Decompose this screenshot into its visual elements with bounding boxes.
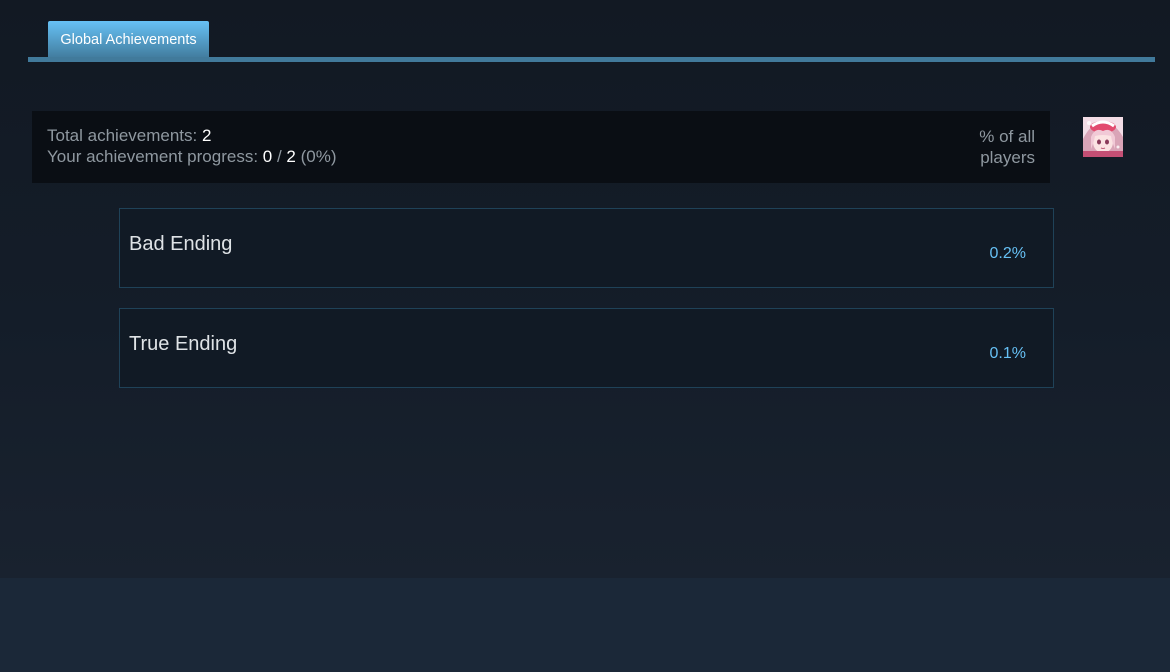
- total-achievements-label: Total achievements:: [47, 126, 202, 145]
- achievement-row: Bad Ending 0.2%: [119, 208, 1054, 288]
- achievement-summary: Total achievements: 2 Your achievement p…: [32, 111, 1050, 183]
- percent-header-line1: % of all: [979, 127, 1035, 146]
- total-achievements-line: Total achievements: 2: [47, 126, 211, 146]
- achievements-page: Global Achievements Total achievements: …: [0, 0, 1170, 578]
- page-footer: [0, 578, 1170, 672]
- achievement-progress-percent: (0%): [295, 147, 337, 166]
- achievement-progress-line: Your achievement progress: 0 / 2 (0%): [47, 147, 337, 167]
- user-avatar[interactable]: [1083, 117, 1123, 157]
- percent-of-players-header: % of all players: [979, 126, 1035, 168]
- achievement-progress-current: 0: [262, 147, 273, 166]
- tab-global-achievements[interactable]: Global Achievements: [48, 21, 209, 59]
- tab-strip: [28, 57, 1155, 62]
- achievement-progress-label: Your achievement progress:: [47, 147, 263, 166]
- achievement-name: Bad Ending: [129, 233, 233, 255]
- percent-header-line2: players: [980, 148, 1035, 167]
- achievement-percent: 0.1%: [989, 345, 1026, 362]
- achievement-percent: 0.2%: [989, 245, 1026, 262]
- achievement-progress-separator: /: [272, 147, 287, 166]
- avatar-icon: [1083, 117, 1123, 157]
- achievement-name: True Ending: [129, 333, 238, 355]
- achievement-progress-total: 2: [286, 147, 296, 166]
- achievement-row: True Ending 0.1%: [119, 308, 1054, 388]
- total-achievements-value: 2: [201, 126, 212, 145]
